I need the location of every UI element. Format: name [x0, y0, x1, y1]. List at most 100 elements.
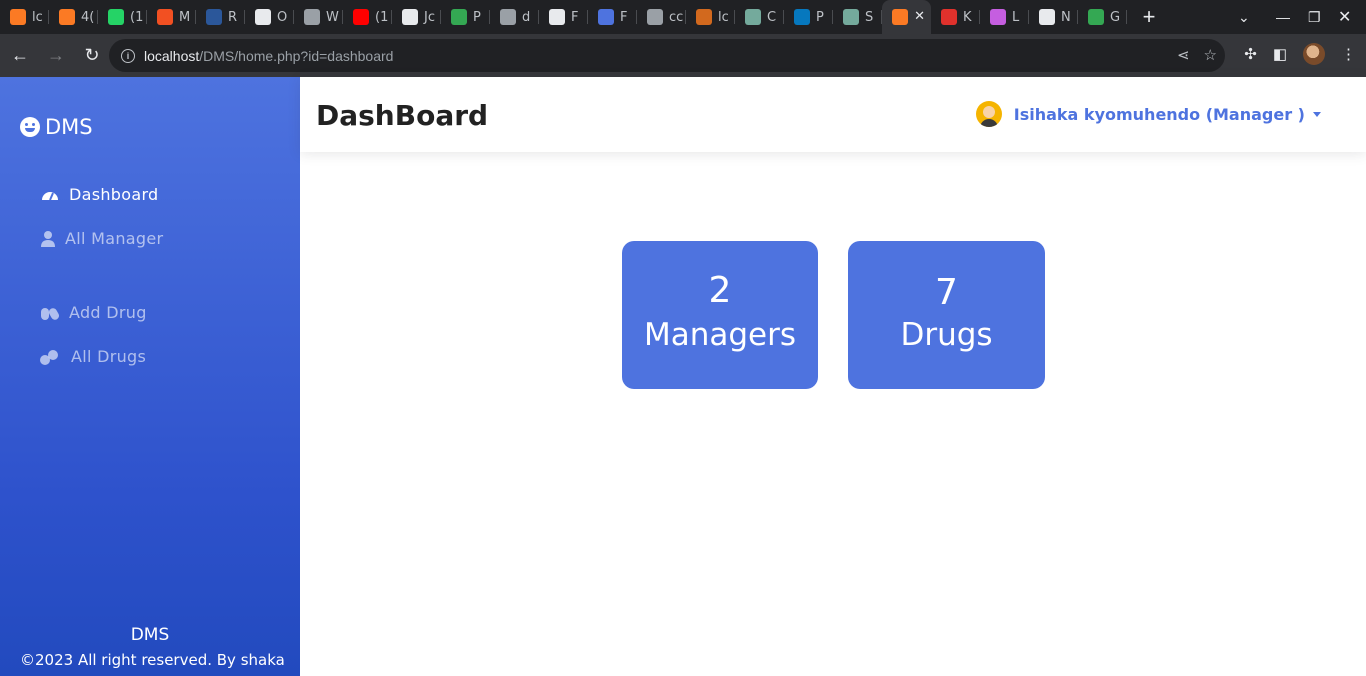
browser-tab[interactable]: P: [784, 0, 833, 34]
browser-tab[interactable]: (1: [98, 0, 147, 34]
browser-tab[interactable]: S: [833, 0, 882, 34]
brand-label: DMS: [45, 115, 93, 139]
new-tab-button[interactable]: +: [1131, 0, 1167, 34]
drugs-count: 7: [935, 272, 958, 313]
store-icon: [255, 9, 271, 25]
tab-title: S: [865, 9, 874, 25]
user-menu[interactable]: Isihaka kyomuhendo (Manager ): [975, 101, 1321, 127]
browser-tab[interactable]: F: [588, 0, 637, 34]
youtube-icon: [353, 9, 369, 25]
sidebar-footer: DMS ©2023 All right reserved. By shaka: [0, 625, 300, 669]
url-path: /DMS/home.php?id=dashboard: [199, 47, 394, 64]
profile-avatar[interactable]: [1303, 43, 1325, 65]
browser-toolbar: ← → ↻ i localhost/DMS/home.php?id=dashbo…: [0, 34, 1366, 77]
restore-button[interactable]: ❐: [1308, 0, 1321, 34]
sidebar-item-all-drugs[interactable]: All Drugs: [40, 347, 146, 366]
yii-icon: [990, 9, 1006, 25]
tab-title: R: [228, 9, 238, 25]
sidebar: DMS Dashboard All Manager Add Drug All D…: [0, 77, 300, 676]
tab-title: Jc: [424, 9, 435, 25]
browser-tab[interactable]: d: [490, 0, 539, 34]
browser-tab[interactable]: (1: [343, 0, 392, 34]
browser-tab[interactable]: C: [735, 0, 784, 34]
whatsapp-icon: [108, 9, 124, 25]
browser-tab[interactable]: M: [147, 0, 196, 34]
sidebar-item-add-drug[interactable]: Add Drug: [40, 303, 147, 322]
close-tab-icon[interactable]: ✕: [914, 9, 925, 24]
browser-tab[interactable]: cc: [637, 0, 686, 34]
site-info-icon[interactable]: i: [121, 48, 135, 63]
sidebar-item-dashboard[interactable]: Dashboard: [40, 185, 159, 204]
flag-icon: [549, 9, 565, 25]
browser-tab[interactable]: P: [441, 0, 490, 34]
sidebar-item-label: All Manager: [65, 229, 164, 248]
tent-icon: [696, 9, 712, 25]
browser-tab[interactable]: K: [931, 0, 980, 34]
bookmark-star-icon[interactable]: ☆: [1204, 46, 1217, 64]
extensions-icon[interactable]: ✣: [1244, 45, 1257, 63]
browser-tab[interactable]: ✕: [882, 0, 931, 34]
side-panel-icon[interactable]: ◧: [1273, 45, 1287, 63]
drugs-label: Drugs: [900, 317, 993, 353]
brand[interactable]: DMS: [20, 115, 93, 139]
browser-tab[interactable]: G: [1078, 0, 1127, 34]
browser-tab[interactable]: O: [245, 0, 294, 34]
tab-title: G: [1110, 9, 1121, 25]
tab-title: W: [326, 9, 339, 25]
menu-icon[interactable]: ⋮: [1341, 45, 1356, 63]
managers-count: 2: [708, 270, 732, 311]
github-icon: [402, 9, 418, 25]
openai-icon: [745, 9, 761, 25]
tab-title: d: [522, 9, 531, 25]
address-bar[interactable]: i localhost/DMS/home.php?id=dashboard ⋖ …: [109, 39, 1225, 72]
word-icon: [206, 9, 222, 25]
browser-tab[interactable]: F: [539, 0, 588, 34]
browser-tab[interactable]: R: [196, 0, 245, 34]
flag-icon: [598, 9, 614, 25]
url-text[interactable]: localhost/DMS/home.php?id=dashboard: [144, 48, 393, 64]
capsules-icon: [40, 305, 59, 321]
smile-icon: [20, 117, 40, 137]
url-host: localhost: [144, 47, 200, 64]
browser-tab[interactable]: L: [980, 0, 1029, 34]
browser-tab[interactable]: W: [294, 0, 343, 34]
globe-icon: [500, 9, 516, 25]
user-name: Isihaka kyomuhendo (Manager ): [1013, 104, 1305, 124]
forward-button[interactable]: →: [40, 40, 72, 72]
reload-button[interactable]: ↻: [76, 40, 108, 72]
openai-icon: [843, 9, 859, 25]
sidebar-item-all-manager[interactable]: All Manager: [40, 229, 163, 248]
tab-title: cc: [669, 9, 684, 25]
managers-label: Managers: [643, 317, 797, 353]
tab-title: L: [1012, 9, 1020, 25]
drupal-icon: [794, 9, 810, 25]
chrome-icon: [1039, 9, 1055, 25]
dot-icon: [451, 9, 467, 25]
browser-tab[interactable]: lc: [686, 0, 735, 34]
back-button[interactable]: ←: [4, 40, 36, 72]
tab-title: K: [963, 9, 972, 25]
xampp-icon: [10, 9, 26, 25]
share-icon[interactable]: ⋖: [1177, 46, 1190, 64]
browser-tab[interactable]: lc: [0, 0, 49, 34]
tab-list: lc 4((1 M R O W (1 Jc Pd F Fcc lc C P S ✕ K L N G: [0, 0, 1127, 34]
user-icon: [40, 230, 55, 247]
tab-title: lc: [718, 9, 729, 25]
close-window-button[interactable]: ✕: [1338, 0, 1351, 34]
microsoft-icon: [157, 9, 173, 25]
browser-tab[interactable]: Jc: [392, 0, 441, 34]
footer-title: DMS: [130, 625, 170, 645]
browser-tab[interactable]: 4(: [49, 0, 98, 34]
drugs-card[interactable]: 7 Drugs: [848, 241, 1045, 389]
tab-search-icon[interactable]: ⌄: [1238, 0, 1250, 34]
tab-title: P: [816, 9, 824, 25]
minimize-button[interactable]: —: [1276, 0, 1290, 34]
managers-card[interactable]: 2 Managers: [622, 241, 818, 389]
xampp-icon: [59, 9, 75, 25]
topbar: DashBoard Isihaka kyomuhendo (Manager ): [300, 77, 1366, 152]
laravel-icon: [941, 9, 957, 25]
browser-tab[interactable]: N: [1029, 0, 1078, 34]
leaf-icon: [647, 9, 663, 25]
globe-icon: [304, 9, 320, 25]
tab-title: P: [473, 9, 481, 25]
